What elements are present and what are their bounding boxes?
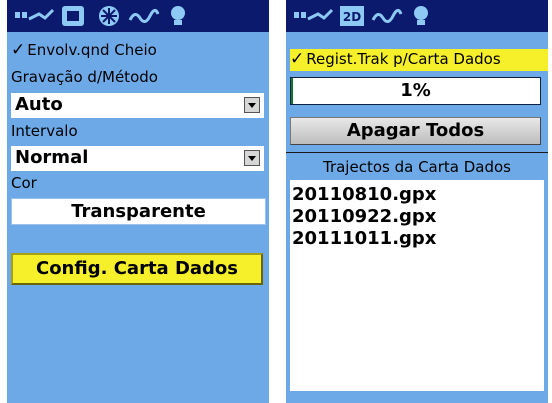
tracks-section-title: Trajectos da Carta Dados xyxy=(322,158,511,176)
track-setup-screen: ✓ Envolv.qnd Cheio Gravação d/Método Auto… xyxy=(7,0,269,403)
check-icon: ✓ xyxy=(11,40,26,60)
route-icon[interactable] xyxy=(292,2,336,30)
tab-bar xyxy=(7,0,269,32)
color-field[interactable]: Transparente xyxy=(11,198,266,225)
usage-percent: 1% xyxy=(400,80,431,101)
tab-bar: 2D xyxy=(286,0,548,32)
config-data-card-button[interactable]: Config. Carta Dados xyxy=(11,253,263,285)
interval-value: Normal xyxy=(15,147,89,168)
track-file-item[interactable]: 20110922.gpx xyxy=(290,206,544,228)
satellite-icon[interactable] xyxy=(95,2,123,30)
track-file-item[interactable]: 20111011.gpx xyxy=(290,228,544,250)
track-icon[interactable] xyxy=(127,2,161,30)
data-card-screen: 2D ✓ Regist.Trak p/Carta Dados 1% Apagar … xyxy=(286,0,548,403)
wrap-when-full-checkbox[interactable]: ✓ Envolv.qnd Cheio xyxy=(11,40,157,60)
record-track-label: Regist.Trak p/Carta Dados xyxy=(306,50,501,68)
2d-icon[interactable]: 2D xyxy=(338,2,366,30)
delete-all-button[interactable]: Apagar Todos xyxy=(290,117,541,145)
track-file-item[interactable]: 20110810.gpx xyxy=(290,184,544,206)
record-method-label: Gravação d/Método xyxy=(11,68,158,86)
svg-text:2D: 2D xyxy=(343,10,361,24)
track-icon[interactable] xyxy=(370,2,404,30)
color-label: Cor xyxy=(11,174,37,192)
data-card-usage-bar: 1% xyxy=(290,77,541,105)
route-icon[interactable] xyxy=(13,2,57,30)
chevron-down-icon[interactable] xyxy=(244,97,260,113)
interval-dropdown[interactable]: Normal xyxy=(11,146,264,171)
record-track-checkbox[interactable]: ✓ Regist.Trak p/Carta Dados xyxy=(290,49,548,71)
check-icon: ✓ xyxy=(290,49,305,69)
record-method-dropdown[interactable]: Auto xyxy=(11,93,264,118)
interval-label: Intervalo xyxy=(11,122,78,140)
track-file-list: 20110810.gpx 20110922.gpx 20111011.gpx xyxy=(290,180,544,391)
wrap-when-full-label: Envolv.qnd Cheio xyxy=(27,41,157,59)
record-method-value: Auto xyxy=(15,94,63,115)
divider xyxy=(286,152,548,153)
gps-icon[interactable] xyxy=(59,2,89,30)
lightbulb-icon[interactable] xyxy=(408,2,434,30)
chevron-down-icon[interactable] xyxy=(244,150,260,166)
lightbulb-icon[interactable] xyxy=(165,2,191,30)
